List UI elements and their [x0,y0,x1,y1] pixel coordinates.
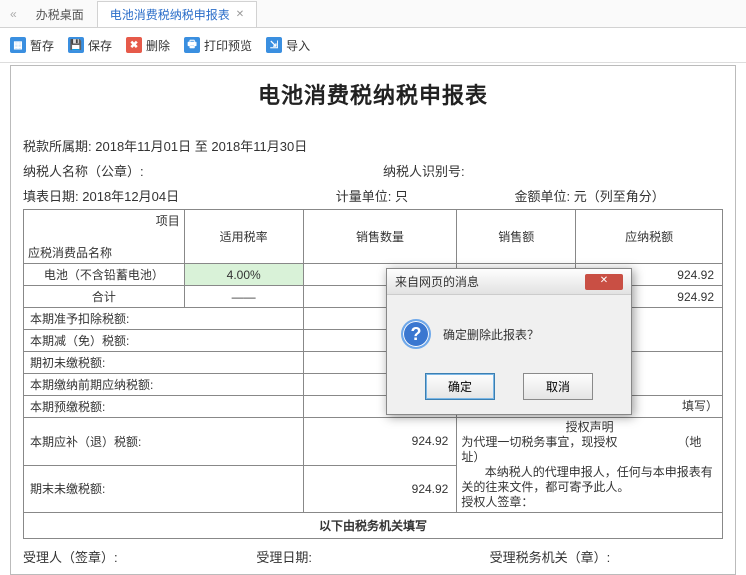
total-name: 合计 [24,286,185,308]
import-button[interactable]: ⇲ 导入 [266,37,310,54]
period-value: 2018年11月01日 至 2018年11月30日 [95,139,307,154]
print-preview-label: 打印预览 [204,37,252,54]
confirm-dialog: 来自网页的消息 ✕ ? 确定删除此报表？ 确定 取消 [386,268,632,415]
delete-icon: ✖ [126,37,142,53]
unit-value: 只 [395,189,408,204]
tab-bar: « 办税桌面 电池消费税纳税申报表 ✕ [0,0,746,28]
tab-home-label: 办税桌面 [36,6,84,23]
total-rate: —— [184,286,303,308]
supplement-val: 924.92 [303,418,457,466]
fill-date-value: 2018年12月04日 [82,189,179,204]
delete-button[interactable]: ✖ 删除 [126,37,170,54]
dialog-titlebar[interactable]: 来自网页的消息 ✕ [387,269,631,295]
pause-label: 暂存 [30,37,54,54]
receive-date-label: 受理日期: [256,547,489,566]
divider [0,62,746,63]
amount-unit-label: 金额单位: [514,189,570,204]
payer-id-label: 纳税人识别号: [383,164,465,179]
dialog-title: 来自网页的消息 [395,273,479,290]
row1-name: 电池（不含铅蓄电池） [24,264,185,286]
toolbar: ▦ 暂存 💾 保存 ✖ 删除 🖶 打印预览 ⇲ 导入 [0,28,746,62]
auth-block: 授权声明 为代理一切税务事宜，现授权 （地址） 本纳税人的代理申报人，任何与本申… [457,418,723,513]
tab-active[interactable]: 电池消费税纳税申报表 ✕ [97,1,257,27]
dialog-close-icon[interactable]: ✕ [585,274,623,290]
print-icon: 🖶 [184,37,200,53]
fill-date-label: 填表日期: [23,189,79,204]
end-unpaid-val: 924.92 [303,465,457,513]
delete-label: 删除 [146,37,170,54]
deduct-label: 本期准予扣除税额: [24,308,304,330]
meta-block: 税款所属期: 2018年11月01日 至 2018年11月30日 纳税人名称（公… [23,136,723,205]
tab-home[interactable]: 办税桌面 [23,1,97,27]
receiver-label: 受理人（签章）: [23,547,256,566]
prior-due-label: 本期缴纳前期应纳税额: [24,374,304,396]
prepaid-label: 本期预缴税额: [24,396,304,418]
print-preview-button[interactable]: 🖶 打印预览 [184,37,252,54]
tab-active-label: 电池消费税纳税申报表 [110,6,230,23]
save-button[interactable]: 💾 保存 [68,37,112,54]
footer-title: 以下由税务机关填写 [319,519,427,533]
th-tax: 应纳税额 [576,210,723,264]
ok-button[interactable]: 确定 [425,373,495,400]
row1-rate: 4.00% [184,264,303,286]
th-sales: 销售额 [457,210,576,264]
begin-unpaid-label: 期初未缴税额: [24,352,304,374]
supplement-label: 本期应补（退）税额: [24,418,304,466]
save-label: 保存 [88,37,112,54]
close-icon[interactable]: ✕ [236,9,244,20]
unit-label: 计量单位: [336,189,392,204]
th-rate: 适用税率 [184,210,303,264]
th-item: 项目 [156,212,180,229]
import-label: 导入 [286,37,310,54]
import-icon: ⇲ [266,37,282,53]
reduce-label: 本期减（免）税额: [24,330,304,352]
tabs-chevron-left-icon[interactable]: « [4,7,23,21]
amount-unit-value: 元（列至角分） [574,189,665,204]
signers-row: 受理人（签章）: 受理日期: 受理税务机关（章）: [23,547,723,566]
pause-button[interactable]: ▦ 暂存 [10,37,54,54]
cancel-button[interactable]: 取消 [523,373,593,400]
receive-org-label: 受理税务机关（章）: [490,547,723,566]
th-name: 项目 应税消费品名称 [24,210,185,264]
page-title: 电池消费税纳税申报表 [23,78,723,110]
question-icon: ? [401,319,431,349]
end-unpaid-label: 期末未缴税额: [24,465,304,513]
pause-icon: ▦ [10,37,26,53]
payer-name-label: 纳税人名称（公章）: [23,164,144,179]
th-qty: 销售数量 [303,210,457,264]
save-icon: 💾 [68,37,84,53]
period-label: 税款所属期: [23,139,92,154]
dialog-message: 确定删除此报表？ [443,326,539,343]
